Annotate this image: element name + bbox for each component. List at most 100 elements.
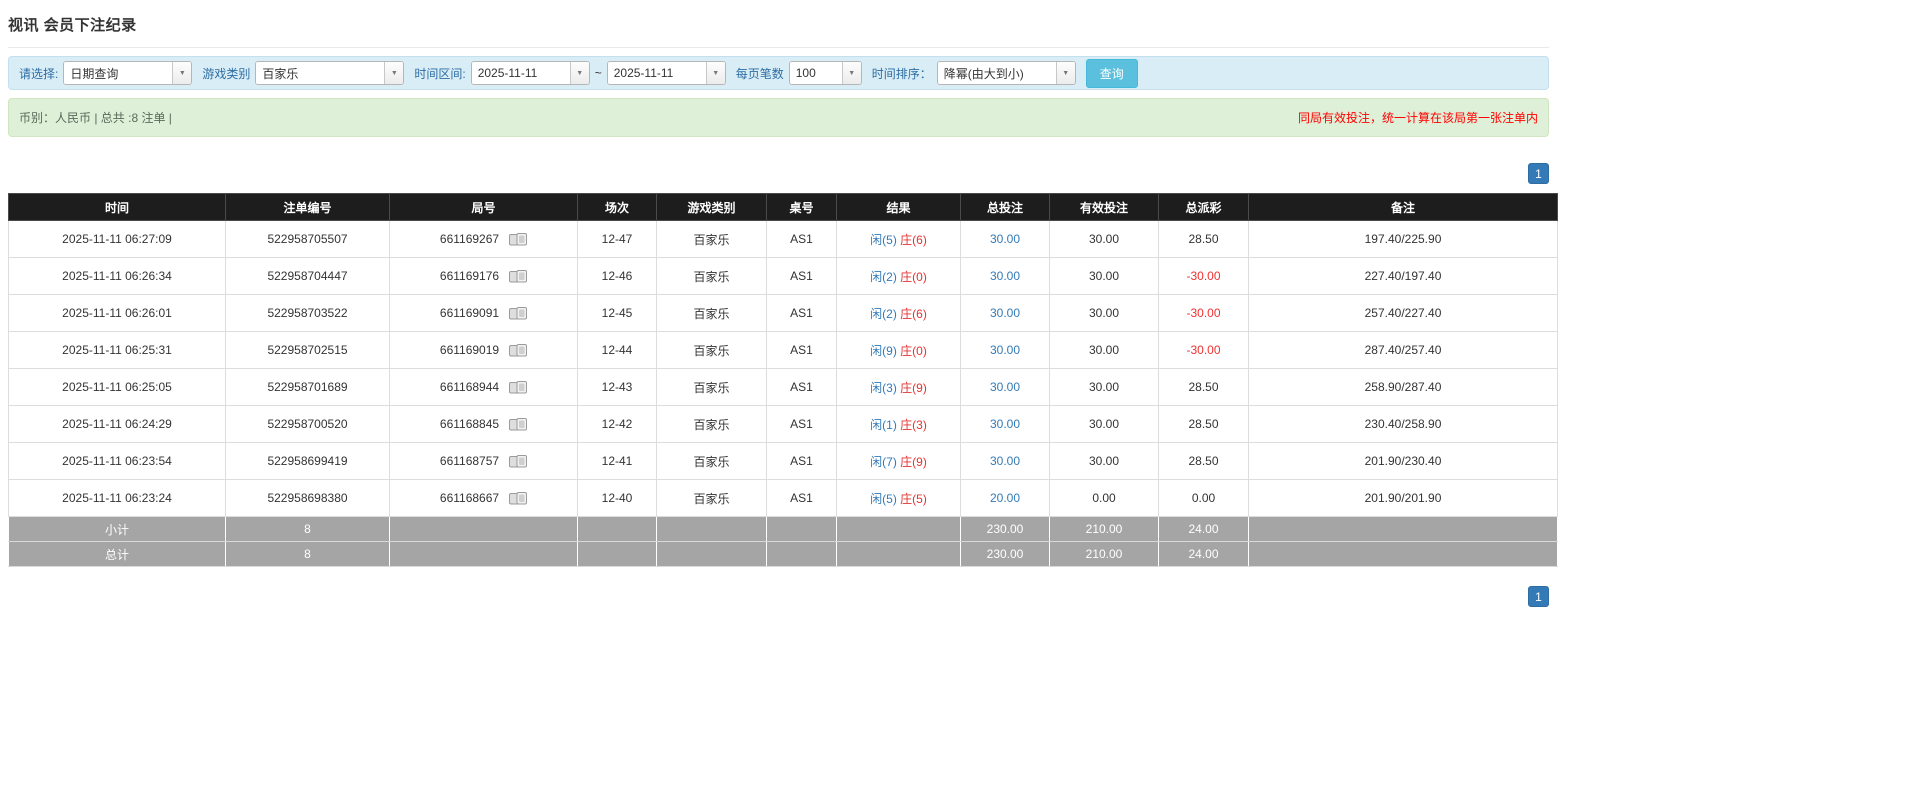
subtotal-row: 小计 8 230.00 210.00 24.00	[9, 517, 1558, 542]
chevron-down-icon[interactable]: ▼	[570, 62, 589, 84]
date-to-input[interactable]	[608, 62, 706, 84]
view-cards-icon[interactable]	[509, 344, 527, 357]
game-type-label: 游戏类别	[202, 65, 250, 82]
total-bet-link[interactable]: 20.00	[990, 491, 1020, 505]
total-row: 总计 8 230.00 210.00 24.00	[9, 542, 1558, 567]
cell-time: 2025-11-11 06:24:29	[9, 406, 226, 443]
page-size-input[interactable]	[790, 62, 842, 84]
cell-total-bet: 30.00	[961, 258, 1050, 295]
result-player: 闲(5)	[870, 233, 897, 247]
cell-game-type: 百家乐	[657, 480, 767, 517]
game-type-combo[interactable]: ▼	[255, 61, 404, 85]
chevron-down-icon[interactable]: ▼	[1056, 62, 1075, 84]
cell-result: 闲(2) 庄(0)	[837, 258, 961, 295]
view-cards-icon[interactable]	[509, 418, 527, 431]
cell-session: 12-45	[578, 295, 657, 332]
chevron-down-icon[interactable]: ▼	[172, 62, 191, 84]
payout-value: 28.50	[1188, 380, 1218, 394]
cell-table-no: AS1	[767, 369, 837, 406]
cell-payout: -30.00	[1159, 295, 1249, 332]
empty-cell	[390, 542, 578, 567]
chevron-down-icon[interactable]: ▼	[842, 62, 861, 84]
view-cards-icon[interactable]	[509, 455, 527, 468]
game-type-input[interactable]	[256, 62, 384, 84]
result-banker: 庄(9)	[900, 381, 927, 395]
total-bet-link[interactable]: 30.00	[990, 380, 1020, 394]
empty-cell	[767, 517, 837, 542]
total-bet-link[interactable]: 30.00	[990, 417, 1020, 431]
cell-total-bet: 30.00	[961, 369, 1050, 406]
sort-input[interactable]	[938, 62, 1056, 84]
chevron-down-icon[interactable]: ▼	[706, 62, 725, 84]
result-player: 闲(3)	[870, 381, 897, 395]
cell-round: 661169267	[390, 221, 578, 258]
payout-value: 28.50	[1188, 232, 1218, 246]
cell-bet-id: 522958703522	[226, 295, 390, 332]
header-note: 备注	[1249, 194, 1558, 221]
cell-game-type: 百家乐	[657, 258, 767, 295]
cell-round: 661168845	[390, 406, 578, 443]
sort-combo[interactable]: ▼	[937, 61, 1076, 85]
cell-round: 661168944	[390, 369, 578, 406]
query-button[interactable]: 查询	[1086, 59, 1138, 88]
table-footer: 小计 8 230.00 210.00 24.00 总计 8 2	[9, 517, 1558, 567]
cell-valid-bet: 30.00	[1050, 295, 1159, 332]
cell-payout: 28.50	[1159, 406, 1249, 443]
page-button[interactable]: 1	[1528, 586, 1549, 607]
query-type-input[interactable]	[64, 62, 172, 84]
table-row: 2025-11-11 06:23:24522958698380661168667…	[9, 480, 1558, 517]
chevron-down-icon[interactable]: ▼	[384, 62, 403, 84]
table-body: 2025-11-11 06:27:09522958705507661169267…	[9, 221, 1558, 517]
cell-game-type: 百家乐	[657, 443, 767, 480]
cell-total-bet: 30.00	[961, 332, 1050, 369]
view-cards-icon[interactable]	[509, 233, 527, 246]
date-from-input[interactable]	[472, 62, 570, 84]
cell-table-no: AS1	[767, 406, 837, 443]
range-separator: ~	[595, 66, 602, 80]
total-label: 总计	[9, 542, 226, 567]
empty-cell	[657, 542, 767, 567]
cell-valid-bet: 30.00	[1050, 221, 1159, 258]
cell-bet-id: 522958705507	[226, 221, 390, 258]
result-player: 闲(2)	[870, 270, 897, 284]
date-to-combo[interactable]: ▼	[607, 61, 726, 85]
round-number: 661168757	[440, 454, 499, 468]
cell-round: 661168667	[390, 480, 578, 517]
view-cards-icon[interactable]	[509, 492, 527, 505]
pagination-bottom: 1	[8, 586, 1549, 607]
total-bet-link[interactable]: 30.00	[990, 269, 1020, 283]
summary-warning: 同局有效投注，统一计算在该局第一张注单内	[1298, 109, 1538, 126]
subtotal-label: 小计	[9, 517, 226, 542]
cell-session: 12-43	[578, 369, 657, 406]
cell-valid-bet: 30.00	[1050, 406, 1159, 443]
summary-bar: 币别：人民币 | 总共 :8 注单 | 同局有效投注，统一计算在该局第一张注单内	[8, 98, 1549, 137]
payout-value: 0.00	[1192, 491, 1215, 505]
total-bet-link[interactable]: 30.00	[990, 306, 1020, 320]
view-cards-icon[interactable]	[509, 381, 527, 394]
query-type-combo[interactable]: ▼	[63, 61, 192, 85]
cell-total-bet: 30.00	[961, 406, 1050, 443]
round-number: 661169267	[440, 232, 499, 246]
date-from-combo[interactable]: ▼	[471, 61, 590, 85]
cell-note: 230.40/258.90	[1249, 406, 1558, 443]
view-cards-icon[interactable]	[509, 307, 527, 320]
cell-total-bet: 30.00	[961, 295, 1050, 332]
table-header: 时间 注单编号 局号 场次 游戏类别 桌号 结果 总投注 有效投注 总派彩 备注	[9, 194, 1558, 221]
cell-result: 闲(1) 庄(3)	[837, 406, 961, 443]
cell-total-bet: 30.00	[961, 443, 1050, 480]
total-bet-link[interactable]: 30.00	[990, 454, 1020, 468]
page-button[interactable]: 1	[1528, 163, 1549, 184]
total-bet-link[interactable]: 30.00	[990, 343, 1020, 357]
total-total-bet: 230.00	[961, 542, 1050, 567]
cell-note: 257.40/227.40	[1249, 295, 1558, 332]
round-number: 661169019	[440, 343, 499, 357]
header-total-bet: 总投注	[961, 194, 1050, 221]
view-cards-icon[interactable]	[509, 270, 527, 283]
header-result: 结果	[837, 194, 961, 221]
page-size-combo[interactable]: ▼	[789, 61, 862, 85]
cell-result: 闲(9) 庄(0)	[837, 332, 961, 369]
total-bet-link[interactable]: 30.00	[990, 232, 1020, 246]
cell-payout: 28.50	[1159, 221, 1249, 258]
cell-table-no: AS1	[767, 332, 837, 369]
cell-result: 闲(7) 庄(9)	[837, 443, 961, 480]
